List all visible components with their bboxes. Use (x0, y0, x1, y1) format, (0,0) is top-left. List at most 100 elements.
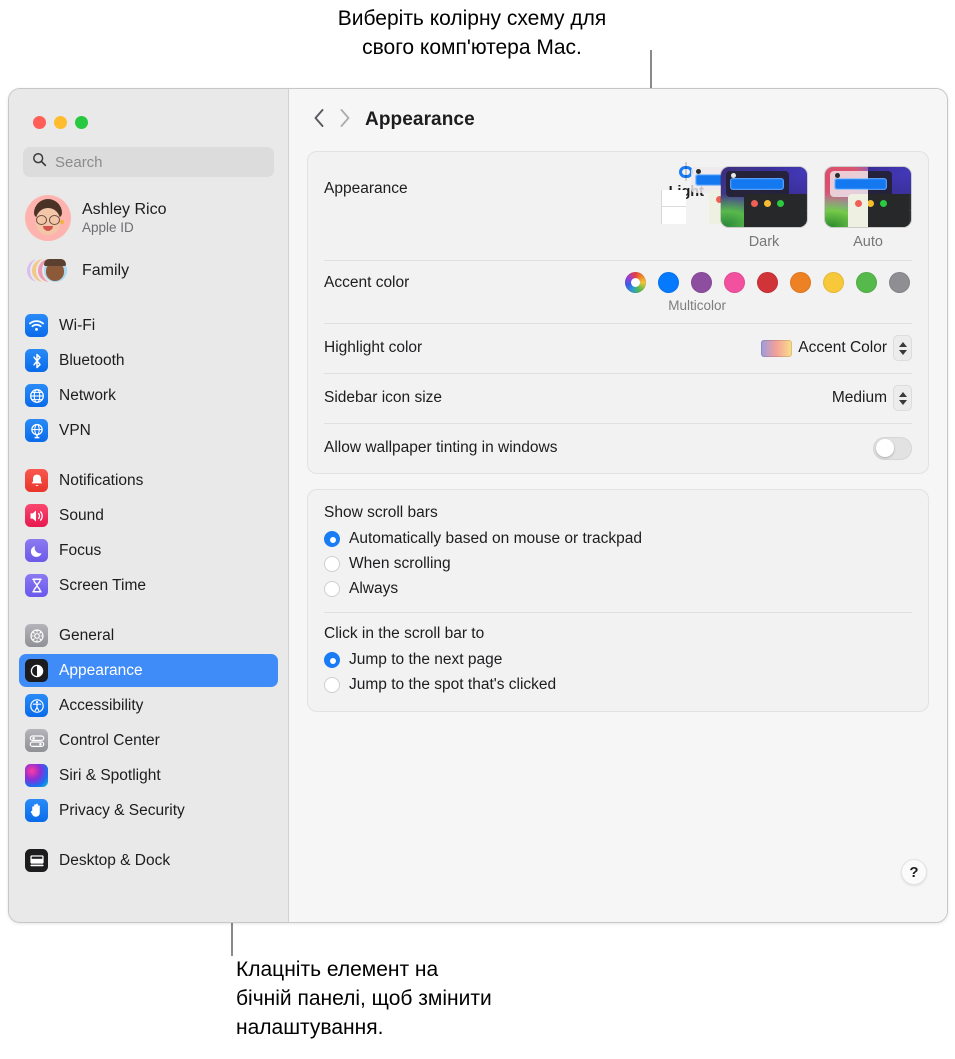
radio-indicator (324, 676, 340, 693)
sidebar-group-divider (19, 604, 278, 619)
toolbar: Appearance (307, 89, 929, 151)
system-settings-window: Search Ashley Rico Apple ID Family Wi-Fi… (8, 88, 948, 923)
sidebar-item-desktop-and-dock[interactable]: Desktop & Dock (19, 844, 278, 877)
search-icon (32, 152, 47, 172)
zoom-button[interactable] (75, 116, 88, 129)
sidebar-item-label: VPN (59, 421, 91, 439)
wifi-icon (25, 314, 48, 337)
sidebar-icon-size-popup[interactable]: Medium (832, 385, 912, 411)
sidebar-item-apple-id[interactable]: Ashley Rico Apple ID (19, 191, 278, 245)
selection-ring (661, 162, 772, 224)
sidebar-item-label: Privacy & Security (59, 801, 185, 819)
accent-color-row: Accent color Multicolor (308, 260, 928, 323)
vpn-icon (25, 419, 48, 442)
accent-swatch-purple[interactable] (691, 272, 712, 293)
desktop-dock-icon (25, 849, 48, 872)
sidebar-item-accessibility[interactable]: Accessibility (19, 689, 278, 722)
sidebar-item-screen-time[interactable]: Screen Time (19, 569, 278, 602)
moon-icon (25, 539, 48, 562)
sidebar-item-label: General (59, 626, 115, 644)
radio-indicator (324, 651, 340, 668)
accent-swatch-orange[interactable] (790, 272, 811, 293)
accent-swatch-pink[interactable] (724, 272, 745, 293)
radio-click-jump-to-spot[interactable]: Jump to the spot that's clicked (324, 672, 912, 697)
appearance-option-auto[interactable]: Auto (824, 166, 912, 250)
appearance-label: Appearance (324, 180, 408, 197)
radio-indicator (324, 555, 340, 572)
sidebar-group-divider (19, 829, 278, 844)
sidebar-item-control-center[interactable]: Control Center (19, 724, 278, 757)
callout-top-text: Виберіть колірну схему для свого комп'ют… (337, 7, 607, 59)
section-divider (324, 612, 912, 613)
family-avatars-icon (25, 254, 71, 288)
sidebar-item-network[interactable]: Network (19, 379, 278, 412)
minimize-button[interactable] (54, 116, 67, 129)
search-input[interactable]: Search (23, 147, 274, 177)
sidebar-item-sound[interactable]: Sound (19, 499, 278, 532)
accent-swatch-graphite[interactable] (889, 272, 910, 293)
search-placeholder: Search (55, 153, 103, 171)
sidebar-item-label: Desktop & Dock (59, 851, 171, 869)
profile-name: Ashley Rico (82, 200, 167, 218)
sidebar-item-family[interactable]: Family (19, 249, 278, 293)
sidebar-item-label: Appearance (59, 661, 143, 679)
sidebar-item-siri-and-spotlight[interactable]: Siri & Spotlight (19, 759, 278, 792)
sidebar-item-label: Control Center (59, 731, 160, 749)
highlight-color-row: Highlight color Accent Color (308, 323, 928, 373)
accessibility-icon (25, 694, 48, 717)
appearance-icon (25, 659, 48, 682)
sidebar-item-vpn[interactable]: VPN (19, 414, 278, 447)
accent-swatch-green[interactable] (856, 272, 877, 293)
radio-indicator (324, 530, 340, 547)
accent-color-swatches (625, 272, 912, 293)
hourglass-icon (25, 574, 48, 597)
bell-icon (25, 469, 48, 492)
siri-icon (25, 764, 48, 787)
highlight-color-swatch (761, 339, 793, 357)
speaker-icon (25, 504, 48, 527)
click-scroll-bar-title: Click in the scroll bar to (324, 625, 485, 642)
help-icon[interactable]: ? (901, 859, 927, 885)
sidebar-item-privacy-and-security[interactable]: Privacy & Security (19, 794, 278, 827)
accent-swatch-blue[interactable] (658, 272, 679, 293)
page-title: Appearance (365, 109, 475, 130)
radio-label: Jump to the next page (349, 650, 503, 668)
appearance-thumbnail-auto (824, 166, 912, 228)
radio-scrollbars-when-scrolling[interactable]: When scrolling (324, 551, 912, 576)
chevron-right-icon[interactable] (339, 108, 351, 133)
radio-label: When scrolling (349, 554, 451, 572)
close-button[interactable] (33, 116, 46, 129)
sidebar-item-appearance[interactable]: Appearance (19, 654, 278, 687)
sidebar-item-notifications[interactable]: Notifications (19, 464, 278, 497)
highlight-color-popup[interactable]: Accent Color (761, 335, 912, 361)
sidebar-item-label: Sound (59, 506, 104, 524)
screenshot-root: Виберіть колірну схему для свого комп'ют… (0, 0, 955, 1059)
network-icon (25, 384, 48, 407)
show-scroll-bars-title: Show scroll bars (324, 504, 438, 521)
sidebar-icon-size-row: Sidebar icon size Medium (308, 373, 928, 423)
sidebar-item-bluetooth[interactable]: Bluetooth (19, 344, 278, 377)
control-center-icon (25, 729, 48, 752)
appearance-option-light[interactable]: Light (661, 162, 772, 250)
sidebar-item-wi-fi[interactable]: Wi-Fi (19, 309, 278, 342)
highlight-color-value: Accent Color (798, 339, 887, 356)
accent-swatch-yellow[interactable] (823, 272, 844, 293)
gear-icon (25, 624, 48, 647)
sidebar-item-label: Family (82, 262, 130, 279)
detail-pane: Appearance Appearance Light Dark Auto Ac… (289, 89, 947, 922)
radio-label: Jump to the spot that's clicked (349, 675, 557, 693)
accent-swatch-red[interactable] (757, 272, 778, 293)
appearance-option-dark[interactable]: Dark (720, 166, 808, 250)
sidebar-item-label: Wi-Fi (59, 316, 96, 334)
radio-scrollbars-automatic[interactable]: Automatically based on mouse or trackpad (324, 526, 912, 551)
accent-swatch-multicolor[interactable] (625, 272, 646, 293)
sidebar-item-label: Network (59, 386, 116, 404)
appearance-row: Appearance Light Dark Auto (308, 152, 928, 260)
radio-click-jump-next-page[interactable]: Jump to the next page (324, 647, 912, 672)
chevron-left-icon[interactable] (313, 108, 325, 133)
radio-scrollbars-always[interactable]: Always (324, 576, 912, 601)
wallpaper-tinting-toggle[interactable] (873, 436, 912, 460)
sidebar-item-general[interactable]: General (19, 619, 278, 652)
sidebar-item-focus[interactable]: Focus (19, 534, 278, 567)
window-traffic-lights (19, 89, 278, 147)
